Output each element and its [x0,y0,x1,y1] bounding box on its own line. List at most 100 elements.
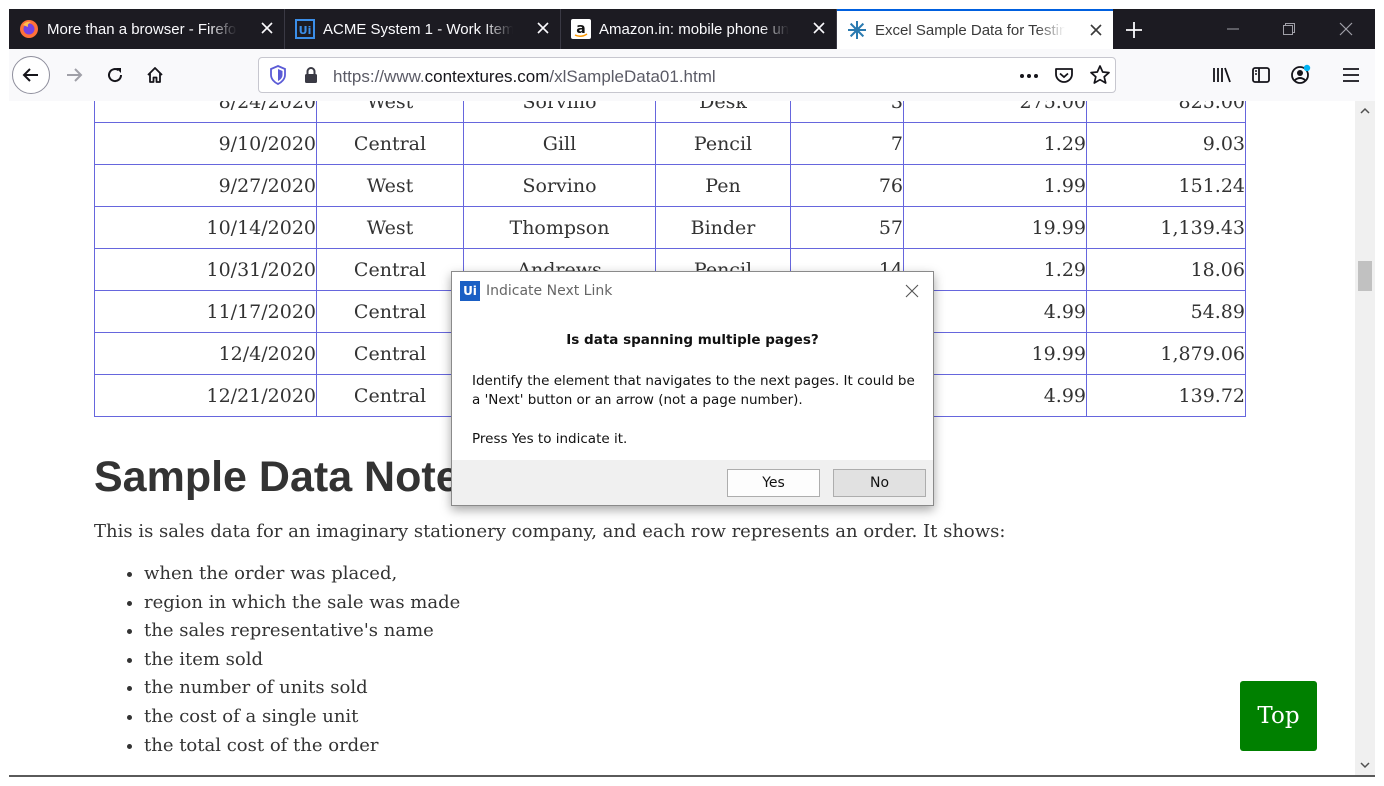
notes-heading: Sample Data Notes [94,453,484,501]
url-text[interactable]: https://www.contextures.com/xlSampleData… [333,67,716,87]
rep-cell: Gill [463,122,656,165]
tab-title: ACME System 1 - Work Items [323,20,513,38]
library-button[interactable] [1207,60,1237,90]
close-tab-icon[interactable] [810,19,828,37]
yes-button[interactable]: Yes [727,469,820,497]
table-row: 9/10/2020 Central Gill Pencil 7 1.29 9.03 [94,122,1246,165]
region-cell: West [316,101,464,123]
url-bar[interactable]: https://www.contextures.com/xlSampleData… [258,57,1116,93]
units-cell: 7 [790,122,904,165]
forward-button[interactable] [59,60,89,90]
dialog-question: Is data spanning multiple pages? [566,332,819,348]
back-button[interactable] [12,56,50,94]
tab-title: Excel Sample Data for Testing [875,21,1065,39]
notes-list: when the order was placed, region in whi… [94,563,460,763]
svg-text:Ui: Ui [299,24,312,37]
minimize-button[interactable] [1223,19,1243,39]
close-tab-icon[interactable] [1087,21,1105,39]
unit-cost-cell: 275.00 [903,101,1087,123]
list-item: the item sold [144,649,460,678]
scroll-up-button[interactable] [1355,101,1375,121]
list-item: the cost of a single unit [144,706,460,735]
notes-intro: This is sales data for an imaginary stat… [94,521,1006,542]
library-icon [1213,67,1231,83]
window-bottom-border [9,775,1375,777]
order-date-cell: 10/14/2020 [94,206,317,249]
back-to-top-button[interactable]: Top [1240,681,1317,751]
units-cell: 76 [790,164,904,207]
item-cell: Pen [655,164,791,207]
indicate-next-link-dialog: Ui Indicate Next Link Is data spanning m… [451,271,934,506]
vertical-scrollbar[interactable] [1355,101,1375,775]
chevron-down-icon [1360,762,1370,769]
unit-cost-cell: 19.99 [903,206,1087,249]
menu-button[interactable] [1336,60,1366,90]
minimize-icon [1227,28,1239,30]
scrollbar-thumb[interactable] [1358,261,1372,291]
units-cell: 57 [790,206,904,249]
url-domain: contextures.com [424,67,550,86]
dialog-message: Identify the element that navigates to t… [472,373,915,408]
table-row: 8/24/2020 West Sorvino Desk 3 275.00 825.00 [94,101,1246,123]
reload-button[interactable] [100,60,130,90]
item-cell: Desk [655,101,791,123]
dialog-title: Indicate Next Link [486,283,613,299]
tab-amazon[interactable]: a Amazon.in: mobile phone under [561,9,837,49]
reload-icon [108,68,123,83]
url-prefix: https://www. [333,67,425,86]
sidebar-button[interactable] [1246,60,1276,90]
region-cell: Central [316,332,464,375]
close-tab-icon[interactable] [534,19,552,37]
total-cell: 139.72 [1086,374,1246,417]
uipath-logo-icon: Ui [460,281,480,301]
page-actions-icon[interactable] [1018,66,1040,91]
tab-acme[interactable]: Ui ACME System 1 - Work Items [285,9,561,49]
order-date-cell: 8/24/2020 [94,101,317,123]
url-path: /xlSampleData01.html [549,67,716,86]
unit-cost-cell: 1.99 [903,164,1087,207]
no-button[interactable]: No [833,469,926,497]
order-date-cell: 11/17/2020 [94,290,317,333]
order-date-cell: 12/21/2020 [94,374,317,417]
home-button[interactable] [140,60,170,90]
tab-excel-sample-data[interactable]: Excel Sample Data for Testing [837,9,1113,49]
list-item: when the order was placed, [144,563,460,592]
region-cell: West [316,164,464,207]
region-cell: Central [316,290,464,333]
list-item: the total cost of the order [144,735,460,764]
amazon-icon: a [571,19,591,39]
hamburger-menu-icon [1343,68,1359,82]
dialog-close-button[interactable] [903,282,921,300]
pocket-icon[interactable] [1054,65,1074,90]
rep-cell: Sorvino [463,101,656,123]
new-tab-button[interactable] [1121,17,1147,43]
lock-icon[interactable] [303,66,319,89]
account-button[interactable] [1286,60,1316,90]
dialog-instruction: Press Yes to indicate it. [472,431,628,447]
dialog-titlebar: Ui Indicate Next Link [452,272,933,310]
tracking-protection-icon[interactable] [269,65,287,90]
total-cell: 9.03 [1086,122,1246,165]
tab-firefox[interactable]: More than a browser - Firefox [9,9,285,49]
order-date-cell: 10/31/2020 [94,248,317,291]
order-date-cell: 12/4/2020 [94,332,317,375]
list-item: region in which the sale was made [144,592,460,621]
restore-button[interactable] [1279,19,1299,39]
close-icon [905,284,919,298]
plus-icon [1126,22,1142,38]
order-date-cell: 9/27/2020 [94,164,317,207]
bookmark-star-icon[interactable] [1089,64,1111,91]
total-cell: 151.24 [1086,164,1246,207]
close-window-button[interactable] [1336,19,1356,39]
dialog-body: Is data spanning multiple pages? Identif… [452,310,933,460]
close-tab-icon[interactable] [258,19,276,37]
rep-cell: Thompson [463,206,656,249]
firefox-icon [19,19,39,39]
rep-cell: Sorvino [463,164,656,207]
tab-strip: More than a browser - Firefox Ui ACME Sy… [9,9,1375,49]
uipath-icon: Ui [295,19,315,39]
list-item: the number of units sold [144,677,460,706]
region-cell: Central [316,374,464,417]
item-cell: Binder [655,206,791,249]
scroll-down-button[interactable] [1355,755,1375,775]
